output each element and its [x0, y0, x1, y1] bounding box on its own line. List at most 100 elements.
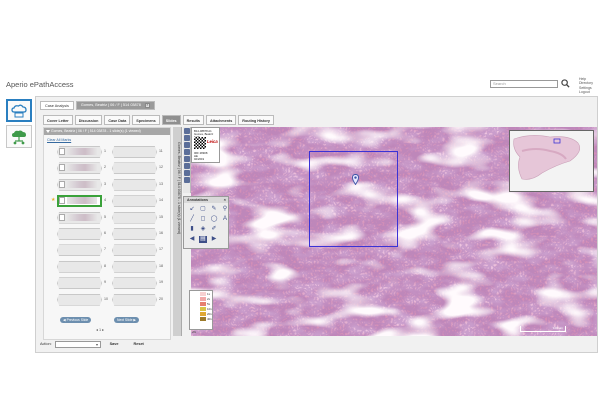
next-annotation-icon[interactable]: ▶ [210, 236, 218, 243]
search-input[interactable]: Search [490, 80, 558, 88]
next-slide-button[interactable]: Next Slide ▶ [114, 317, 140, 323]
legend-label: 1x [207, 291, 211, 296]
slides-panel-header[interactable]: Gomes, Beatriz | 06 / F | 514 03878 - 1 … [44, 128, 170, 135]
slide-thumb [67, 180, 97, 188]
tab-attachments[interactable]: Attachments [205, 115, 237, 125]
slide-slot[interactable]: 12 [112, 162, 163, 175]
previous-slide-button[interactable]: ◀ Previous Slide [60, 317, 92, 323]
network-app-button[interactable] [6, 125, 32, 148]
spacer-icon [221, 226, 229, 233]
close-icon[interactable]: × [144, 103, 150, 108]
square-tool-icon[interactable]: ◻ [199, 216, 207, 223]
pager: ◂ 1 ▸ [96, 327, 104, 332]
slide-slot[interactable]: 18 [112, 260, 163, 273]
annotation-tools: ↙ ▢ ✎ ⚲ ╱ ◻ ◯ A ▮ ◈ ✐ ◀ ▤ ▶ [184, 203, 228, 246]
slide-label-thumb [59, 164, 65, 172]
scale-bar: 100 µm [520, 326, 566, 332]
layers-tool-icon[interactable]: ◈ [199, 226, 207, 233]
slide-slot-frame [112, 293, 157, 306]
top-links: Help Directory Settings Logout [579, 77, 593, 95]
action-select[interactable] [54, 340, 101, 348]
save-button[interactable]: Save [104, 341, 125, 348]
tab-cover-letter[interactable]: Cover Letter [43, 115, 73, 125]
edit-tool-icon[interactable]: ✐ [210, 226, 218, 233]
tab-routing-history[interactable]: Routing History [238, 115, 274, 125]
slide-slot[interactable]: 6 [57, 228, 106, 240]
slide-slot-frame [112, 277, 157, 290]
snapshot-icon[interactable] [184, 177, 190, 183]
slide-slot-number: 9 [104, 280, 106, 285]
rectangle-tool-icon[interactable]: ▢ [199, 206, 207, 213]
region-of-interest[interactable] [309, 151, 398, 247]
legend-swatch [200, 311, 206, 316]
tab-case-analysis[interactable]: Case Analysis [40, 101, 74, 110]
tab-specimens[interactable]: Specimens [132, 115, 160, 125]
rotate-icon[interactable] [184, 156, 190, 162]
zoom-out-icon[interactable] [184, 149, 190, 155]
slide-label-thumb [59, 180, 65, 188]
slide-viewer[interactable]: Gomes, Beatriz | 06 / F | 514 03878 - 1 … [173, 127, 597, 336]
zoom-level: 20x [192, 331, 197, 334]
slide-slot[interactable]: 17 [112, 244, 163, 257]
pen-tool-icon[interactable]: ✎ [210, 206, 218, 213]
pager-current[interactable]: 1 [99, 328, 101, 332]
clear-all-marks-link[interactable]: Clear All Marks [47, 138, 71, 142]
thumbnail-tissue-icon [513, 135, 581, 180]
tab-case-data[interactable]: Case Data [104, 115, 131, 125]
slide-slot[interactable]: 10 [57, 293, 108, 306]
close-annotations-icon[interactable]: × [224, 197, 226, 203]
tab-discussion[interactable]: Discussion [74, 115, 103, 125]
pin-tool-icon[interactable]: ⚲ [221, 206, 229, 213]
delete-tool-icon[interactable]: ▮ [188, 226, 196, 233]
map-pin-icon[interactable] [352, 174, 359, 185]
tab-results[interactable]: Results [182, 115, 204, 125]
slide-thumbnail[interactable] [509, 130, 594, 192]
reset-button[interactable]: Reset [127, 341, 149, 348]
tab-slides[interactable]: Slides [161, 115, 181, 125]
slide-slot-frame [112, 178, 157, 191]
slide-slot[interactable]: 8 [57, 260, 106, 273]
slide-slot[interactable]: 15 [112, 211, 163, 224]
cloud-icon [11, 104, 27, 117]
prev-annotation-icon[interactable]: ◀ [188, 236, 196, 243]
slide-label: B14-08878 A1 Gomes, Beatriz F 06 Leica L… [191, 127, 220, 163]
slide-slot[interactable]: 5 [57, 211, 106, 224]
slide-slot[interactable]: 3 [57, 178, 106, 191]
pan-tool-icon[interactable] [184, 128, 190, 134]
qr-code-icon [194, 137, 206, 149]
ruler-icon[interactable] [184, 170, 190, 176]
legend-swatch [200, 296, 206, 301]
slide-slot[interactable]: 16 [112, 228, 163, 240]
slide-slot-frame [112, 211, 157, 224]
legend-swatch [200, 306, 206, 311]
slide-slot[interactable]: 11 [112, 146, 163, 158]
slide-slot[interactable]: 9 [57, 277, 106, 290]
slide-slot[interactable]: 14 [112, 195, 163, 208]
slide-thumb [67, 197, 97, 205]
slide-slot[interactable]: 20 [112, 293, 163, 306]
magnifier-icon[interactable] [184, 163, 190, 169]
tab-patient-case[interactable]: Gomes, Beatriz | 06 / F | 514 03878 × [75, 101, 155, 110]
slide-slot-number: 6 [104, 231, 106, 235]
slide-slot[interactable]: 2 [57, 162, 106, 175]
home-view-icon[interactable] [184, 135, 190, 141]
pager-prev-icon[interactable]: ◂ [96, 328, 98, 332]
slide-slot[interactable]: 19 [112, 277, 163, 290]
pager-next-icon[interactable]: ▸ [102, 328, 104, 332]
zoom-in-icon[interactable] [184, 142, 190, 148]
slide-slot[interactable]: 13 [112, 178, 163, 191]
cloud-app-button[interactable] [6, 99, 32, 122]
annotation-list-icon[interactable]: ▤ [199, 236, 207, 243]
ellipse-tool-icon[interactable]: ◯ [210, 216, 218, 223]
line-tool-icon[interactable]: ╱ [188, 216, 196, 223]
logout-link[interactable]: Logout [579, 90, 593, 94]
slide-slot-frame [57, 293, 102, 306]
slide-slot[interactable]: 1 [57, 146, 106, 158]
text-tool-icon[interactable]: A [221, 216, 229, 223]
search-icon[interactable] [561, 79, 570, 88]
slide-slot[interactable]: ★ 4 [51, 195, 106, 208]
arrow-tool-icon[interactable]: ↙ [188, 206, 196, 213]
slide-slot[interactable]: 7 [57, 244, 106, 257]
patient-tab-label: Gomes, Beatriz | 06 / F | 514 03878 [80, 103, 141, 107]
star-icon[interactable]: ★ [51, 197, 55, 203]
